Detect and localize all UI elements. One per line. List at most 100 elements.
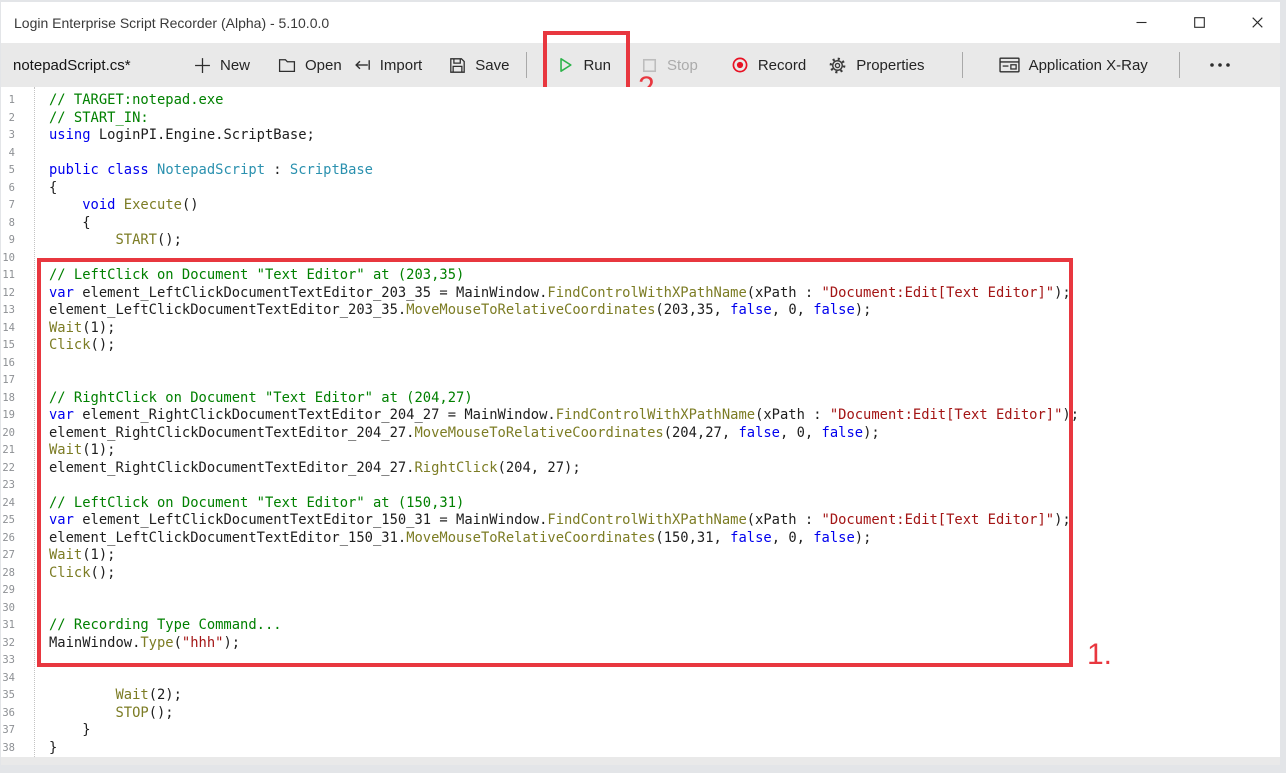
toolbar-separator [526, 52, 527, 78]
code-text: var element_LeftClickDocumentTextEditor_… [49, 285, 1071, 301]
toolbar-button-new[interactable]: New [194, 43, 250, 87]
line-number: 14 [1, 320, 15, 338]
current-file-tab[interactable]: notepadScript.cs* [1, 57, 191, 74]
code-line: 4 [1, 145, 1280, 163]
line-number: 18 [1, 390, 15, 408]
toolbar-button-label: Run [583, 57, 611, 74]
code-text: Wait(2); [49, 687, 182, 703]
code-line: 7 void Execute() [1, 197, 1280, 215]
line-number: 6 [1, 180, 15, 198]
import-arrow-icon [354, 57, 371, 73]
code-line: 19var element_RightClickDocumentTextEdit… [1, 407, 1280, 425]
code-text: element_LeftClickDocumentTextEditor_203_… [49, 302, 871, 318]
line-number: 11 [1, 267, 15, 285]
toolbar-button-stop[interactable]: Stop [641, 43, 698, 87]
toolbar-button-run[interactable]: Run2. [557, 43, 611, 87]
line-number: 15 [1, 337, 15, 355]
code-line: 15Click(); [1, 337, 1280, 355]
minimize-button[interactable] [1118, 2, 1164, 43]
code-line: 35 Wait(2); [1, 687, 1280, 705]
line-number: 2 [1, 110, 15, 128]
code-line: 17 [1, 372, 1280, 390]
code-line: 31// Recording Type Command... [1, 617, 1280, 635]
code-text: Wait(1); [49, 442, 115, 458]
line-number: 31 [1, 617, 15, 635]
code-line: 13element_LeftClickDocumentTextEditor_20… [1, 302, 1280, 320]
code-line: 12var element_LeftClickDocumentTextEdito… [1, 285, 1280, 303]
toolbar-button-properties[interactable]: Properties [828, 43, 924, 87]
code-line: 28Click(); [1, 565, 1280, 583]
line-number: 16 [1, 355, 15, 373]
code-text: // LeftClick on Document "Text Editor" a… [49, 495, 464, 511]
line-number: 29 [1, 582, 15, 600]
toolbar-button-open[interactable]: Open [278, 43, 342, 87]
line-number: 32 [1, 635, 15, 653]
code-line: 24 // LeftClick on Document "Text Editor"… [1, 495, 1280, 513]
code-line: 9 START(); [1, 232, 1280, 250]
toolbar-separator [962, 52, 963, 78]
ellipsis-icon [1208, 57, 1232, 73]
code-line: 29 [1, 582, 1280, 600]
maximize-button[interactable] [1176, 2, 1222, 43]
editor-bottom-strip [1, 757, 1280, 765]
titlebar: Login Enterprise Script Recorder (Alpha)… [1, 2, 1280, 43]
toolbar-button-label: Import [380, 57, 423, 74]
code-line: 1 // TARGET:notepad.exe [1, 92, 1280, 110]
line-number: 8 [1, 215, 15, 233]
toolbar-button-label: Record [758, 57, 806, 74]
toolbar-button-record[interactable]: Record [731, 43, 806, 87]
code-text: // START_IN: [49, 110, 149, 126]
minimize-icon [1136, 17, 1147, 28]
save-icon [449, 57, 466, 74]
close-icon [1252, 17, 1263, 28]
code-text: element_RightClickDocumentTextEditor_204… [49, 425, 880, 441]
code-text: } [49, 722, 91, 738]
code-line: 38} [1, 740, 1280, 758]
code-text: element_RightClickDocumentTextEditor_204… [49, 460, 581, 476]
code-line: 14 Wait(1); [1, 320, 1280, 338]
toolbar-button-import[interactable]: Import [354, 43, 423, 87]
code-text: // TARGET:notepad.exe [49, 92, 223, 108]
code-text: var element_LeftClickDocumentTextEditor_… [49, 512, 1071, 528]
close-button[interactable] [1234, 2, 1280, 43]
code-text: STOP(); [49, 705, 174, 721]
code-text: using LoginPI.Engine.ScriptBase; [49, 127, 315, 143]
line-number: 34 [1, 670, 15, 688]
code-text: element_LeftClickDocumentTextEditor_150_… [49, 530, 871, 546]
code-text: MainWindow.Type("hhh"); [49, 635, 240, 651]
maximize-icon [1194, 17, 1205, 28]
code-line: 30 [1, 600, 1280, 618]
line-number: 37 [1, 722, 15, 740]
code-line: 22 element_RightClickDocumentTextEditor_2… [1, 460, 1280, 478]
toolbar-button-label: Application X-Ray [1029, 57, 1148, 74]
code-line: 36 STOP(); [1, 705, 1280, 723]
toolbar-button-xray[interactable]: Application X-Ray [999, 43, 1148, 87]
record-icon [731, 56, 749, 74]
toolbar-buttons: New Open Import Save Run2. Stop Record Properti… [191, 43, 1280, 87]
toolbar-button-label: Stop [667, 57, 698, 74]
toolbar-button-more[interactable] [1208, 43, 1232, 87]
code-line: 37 } [1, 722, 1280, 740]
line-number: 24 [1, 495, 15, 513]
code-text: { [49, 180, 57, 196]
toolbar-button-label: Properties [856, 57, 924, 74]
line-number: 21 [1, 442, 15, 460]
line-number: 3 [1, 127, 15, 145]
code-text: Wait(1); [49, 320, 115, 336]
code-line: 23 [1, 477, 1280, 495]
line-number: 22 [1, 460, 15, 478]
code-line: 18 // RightClick on Document "Text Editor… [1, 390, 1280, 408]
line-number: 5 [1, 162, 15, 180]
code-line: 25var element_LeftClickDocumentTextEdito… [1, 512, 1280, 530]
line-number: 27 [1, 547, 15, 565]
toolbar-button-save[interactable]: Save [449, 43, 509, 87]
annotation-label-1: 1. [1087, 640, 1112, 670]
line-number: 4 [1, 145, 15, 163]
code-text: Click(); [49, 565, 115, 581]
stop-icon [641, 57, 658, 74]
code-text: // RightClick on Document "Text Editor" … [49, 390, 473, 406]
plus-icon [194, 57, 211, 74]
window-title: Login Enterprise Script Recorder (Alpha)… [1, 15, 329, 31]
folder-icon [278, 57, 296, 73]
line-number: 1 [1, 92, 15, 110]
